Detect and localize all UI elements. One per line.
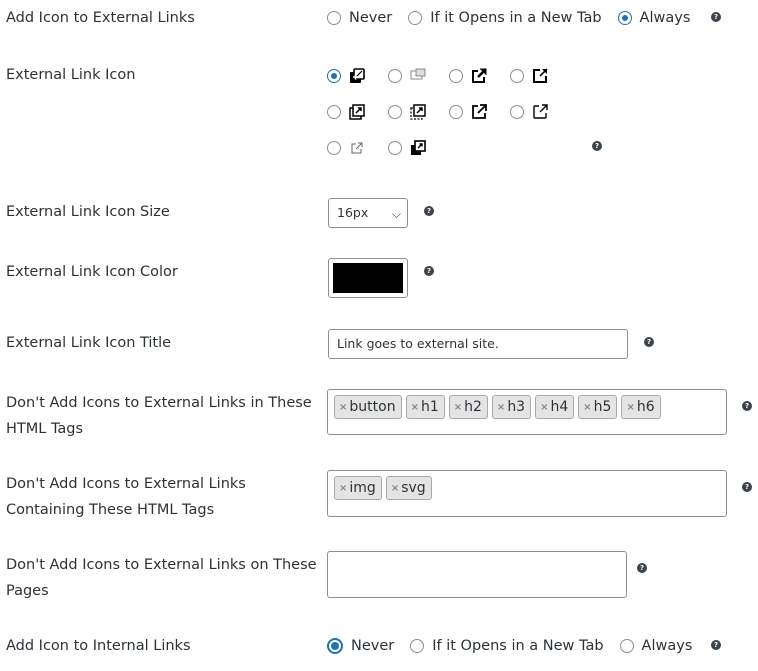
icon-title-label: External Link Icon Title [6, 335, 172, 351]
exclude-pages-row: Don't Add Icons to External Links on The… [0, 551, 758, 603]
external-icon-3 [472, 68, 487, 83]
add-icon-external-always[interactable]: Always [617, 10, 690, 26]
add-icon-internal-row: Add Icon to Internal Links Never If it O… [0, 633, 758, 659]
exclude-containing-input[interactable]: × img × svg [327, 470, 727, 517]
tag-chip[interactable]: × h5 [578, 395, 618, 419]
tag-chip[interactable]: × h2 [448, 395, 488, 419]
icon-size-label: External Link Icon Size [6, 204, 170, 220]
icon-title-row: External Link Icon Title Link goes to ex… [0, 329, 758, 359]
remove-icon[interactable]: × [626, 402, 634, 413]
help-icon[interactable]: ? [424, 266, 434, 276]
help-icon[interactable]: ? [742, 482, 752, 492]
radio-always[interactable] [617, 11, 632, 25]
radio-icon-9[interactable] [327, 141, 341, 155]
add-icon-internal-always[interactable]: Always [619, 638, 692, 654]
tag-chip[interactable]: × h6 [621, 395, 661, 419]
exclude-pages-input[interactable] [327, 551, 627, 598]
tag-chip[interactable]: × h3 [491, 395, 532, 419]
external-icon-10 [411, 140, 426, 155]
exclude-tags-input[interactable]: × button × h1 × h2 × h3 × h4 × h5 × h6 [327, 389, 727, 435]
add-icon-external-label: Add Icon to External Links [6, 10, 195, 26]
add-icon-internal-new-tab[interactable]: If it Opens in a New Tab [410, 638, 604, 654]
remove-icon[interactable]: × [411, 402, 419, 413]
radio-icon-5[interactable] [327, 105, 341, 119]
icon-color-label: External Link Icon Color [6, 264, 178, 280]
radio-icon-1[interactable] [327, 69, 341, 83]
remove-icon[interactable]: × [339, 483, 347, 494]
exclude-containing-row: Don't Add Icons to External Links Contai… [0, 470, 758, 522]
icon-option-7[interactable] [449, 104, 487, 120]
tag-chip[interactable]: × h4 [535, 395, 575, 419]
icon-option-10[interactable] [388, 140, 426, 156]
external-link-icon-row: External Link Icon ? [0, 62, 758, 162]
icon-option-5[interactable] [327, 104, 365, 120]
radio-never[interactable] [327, 638, 343, 654]
radio-icon-10[interactable] [388, 141, 402, 155]
radio-icon-7[interactable] [449, 105, 463, 119]
add-icon-external-options: Never If it Opens in a New Tab Always [327, 7, 706, 29]
add-icon-external-never[interactable]: Never [327, 10, 392, 26]
add-icon-internal-label: Add Icon to Internal Links [6, 638, 191, 654]
radio-never[interactable] [327, 11, 341, 25]
external-icon-6 [410, 104, 426, 120]
radio-new-tab[interactable] [410, 639, 425, 653]
radio-icon-3[interactable] [449, 69, 463, 83]
remove-icon[interactable]: × [339, 402, 347, 413]
icon-option-2[interactable] [388, 68, 426, 84]
icon-option-8[interactable] [510, 104, 548, 120]
external-icon-5 [349, 104, 365, 120]
tag-chip[interactable]: × button [334, 395, 402, 419]
radio-new-tab[interactable] [408, 11, 423, 25]
remove-icon[interactable]: × [583, 402, 591, 413]
external-icon-1 [350, 68, 365, 83]
external-icon-2 [410, 68, 426, 80]
exclude-tags-row: Don't Add Icons to External Links in The… [0, 389, 758, 441]
help-icon[interactable]: ? [637, 563, 647, 573]
chevron-down-icon: ⌵ [391, 207, 401, 221]
exclude-containing-label: Don't Add Icons to External Links Contai… [6, 476, 246, 518]
help-icon[interactable]: ? [592, 141, 602, 151]
radio-icon-6[interactable] [388, 105, 402, 119]
external-icon-7 [472, 104, 487, 119]
icon-title-input[interactable]: Link goes to external site. [328, 329, 628, 359]
icon-color-picker[interactable] [328, 258, 408, 298]
color-swatch [333, 263, 403, 293]
icon-option-6[interactable] [388, 104, 426, 120]
radio-icon-8[interactable] [510, 105, 524, 119]
add-icon-internal-never[interactable]: Never [327, 638, 394, 654]
radio-icon-4[interactable] [510, 69, 524, 83]
help-icon[interactable]: ? [424, 206, 434, 216]
tag-chip[interactable]: × svg [385, 476, 432, 500]
help-icon[interactable]: ? [742, 401, 752, 411]
add-icon-internal-options: Never If it Opens in a New Tab Always [327, 635, 708, 657]
add-icon-external-new-tab[interactable]: If it Opens in a New Tab [408, 10, 602, 26]
help-icon[interactable]: ? [711, 12, 721, 22]
remove-icon[interactable]: × [454, 402, 462, 413]
tag-chip[interactable]: × img [334, 476, 382, 500]
icon-size-select[interactable]: 16px ⌵ [328, 198, 408, 228]
remove-icon[interactable]: × [391, 483, 399, 494]
help-icon[interactable]: ? [644, 337, 654, 347]
external-icon-4 [533, 68, 548, 83]
radio-always[interactable] [619, 639, 634, 653]
help-icon[interactable]: ? [711, 640, 721, 650]
remove-icon[interactable]: × [497, 402, 505, 413]
icon-size-row: External Link Icon Size 16px ⌵ ? [0, 198, 758, 228]
tag-chip[interactable]: × h1 [405, 395, 445, 419]
radio-icon-2[interactable] [388, 69, 402, 83]
icon-color-row: External Link Icon Color ? [0, 258, 758, 298]
icon-option-4[interactable] [510, 68, 548, 84]
external-link-icon-label: External Link Icon [6, 67, 136, 83]
exclude-pages-label: Don't Add Icons to External Links on The… [6, 557, 317, 599]
add-icon-external-row: Add Icon to External Links Never If it O… [0, 5, 758, 31]
icon-option-3[interactable] [449, 68, 487, 84]
icon-option-9[interactable] [327, 140, 365, 156]
remove-icon[interactable]: × [540, 402, 548, 413]
exclude-tags-label: Don't Add Icons to External Links in The… [6, 395, 312, 437]
external-icon-9 [351, 142, 363, 154]
external-icon-8 [533, 104, 548, 119]
icon-option-1[interactable] [327, 68, 365, 84]
